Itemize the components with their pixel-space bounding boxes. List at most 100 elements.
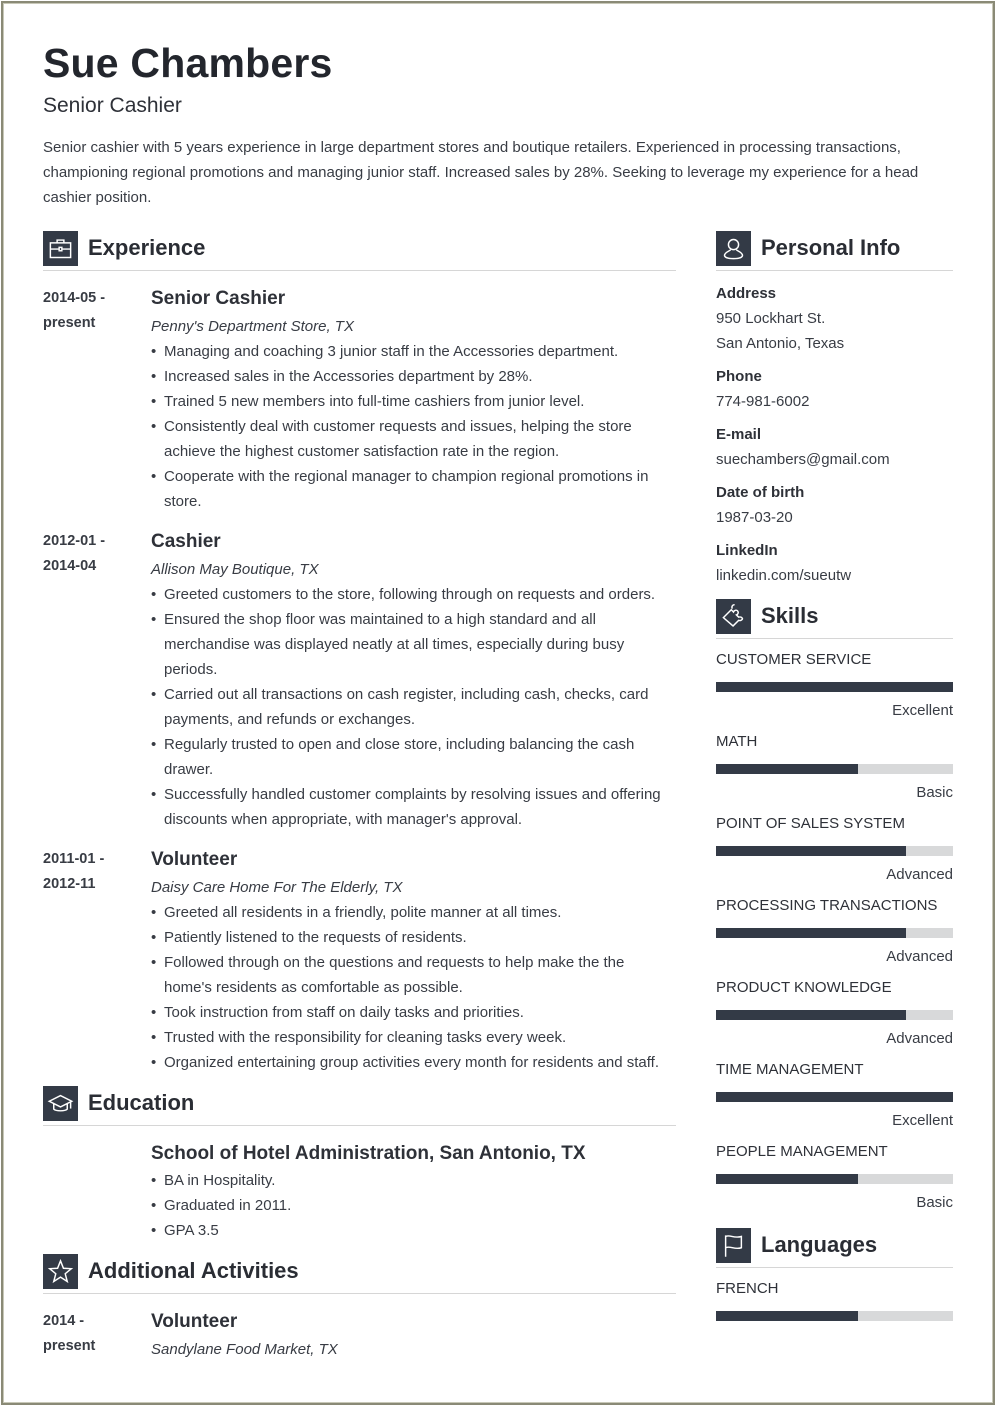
education-entry: School of Hotel Administration, San Anto…	[43, 1140, 676, 1243]
skill-level: Excellent	[892, 1112, 953, 1129]
section-header: Personal Info	[716, 230, 953, 271]
star-icon	[43, 1253, 78, 1289]
email-value: suechambers@gmail.com	[716, 451, 890, 468]
skill-bar-fill	[716, 928, 906, 938]
puzzle-icon	[716, 598, 751, 634]
education-bullets: BA in Hospitality. Graduated in 2011. GP…	[151, 1168, 676, 1243]
language-item: FRENCH	[716, 1279, 953, 1321]
list-item: Greeted all residents in a friendly, pol…	[151, 900, 676, 925]
skill-level: Advanced	[886, 948, 953, 965]
entry-org: Penny's Department Store, TX	[151, 318, 354, 335]
skill-item: POINT OF SALES SYSTEM Advanced	[716, 814, 953, 885]
education-section: Education School of Hotel Administration…	[43, 1085, 676, 1243]
section-title: Languages	[761, 1232, 878, 1257]
section-header: Experience	[43, 230, 676, 271]
flag-icon	[716, 1227, 751, 1263]
candidate-title: Senior Cashier	[43, 94, 182, 117]
entry-role: Volunteer	[151, 849, 238, 870]
list-item: BA in Hospitality.	[151, 1168, 676, 1193]
list-item: Organized entertaining group activities …	[151, 1050, 676, 1075]
phone-label: Phone	[716, 368, 762, 385]
language-name: FRENCH	[716, 1280, 779, 1297]
skill-name: PRODUCT KNOWLEDGE	[716, 979, 892, 996]
skill-item: MATH Basic	[716, 732, 953, 803]
skill-name: CUSTOMER SERVICE	[716, 651, 872, 668]
skill-bar-fill	[716, 1174, 859, 1184]
skill-item: PRODUCT KNOWLEDGE Advanced	[716, 978, 953, 1049]
section-header: Skills	[716, 598, 953, 639]
skill-item: PROCESSING TRANSACTIONS Advanced	[716, 896, 953, 967]
experience-entry: 2012-01 - 2014-04 Cashier Allison May Bo…	[43, 528, 676, 832]
experience-entry: 2014-05 - present Senior Cashier Penny's…	[43, 285, 676, 514]
sidebar-column: Personal Info Address 950 Lockhart St. S…	[716, 230, 953, 1321]
section-title: Additional Activities	[88, 1258, 299, 1283]
section-title: Skills	[761, 603, 819, 628]
skill-bar-fill	[716, 846, 906, 856]
list-item: Took instruction from staff on daily tas…	[151, 1000, 676, 1025]
skill-item: PEOPLE MANAGEMENT Basic	[716, 1142, 953, 1213]
skill-level: Basic	[916, 1194, 953, 1211]
entry-bullets: Greeted customers to the store, followin…	[151, 582, 676, 832]
skill-name: TIME MANAGEMENT	[716, 1061, 864, 1078]
skill-bar-fill	[716, 764, 859, 774]
list-item: Regularly trusted to open and close stor…	[151, 732, 676, 782]
skill-bar	[716, 1174, 953, 1184]
entry-bullets: Greeted all residents in a friendly, pol…	[151, 900, 676, 1075]
list-item: Ensured the shop floor was maintained to…	[151, 607, 676, 682]
candidate-name: Sue Chambers	[43, 40, 333, 86]
activity-entry: 2014 - present Volunteer Sandylane Food …	[43, 1308, 676, 1362]
skill-bar-fill	[716, 1010, 906, 1020]
entry-org: Daisy Care Home For The Elderly, TX	[151, 879, 403, 896]
entry-role: Volunteer	[151, 1311, 238, 1332]
experience-section: Experience 2014-05 - present Senior Cash…	[43, 230, 676, 1075]
skill-name: MATH	[716, 733, 758, 750]
section-header: Education	[43, 1085, 676, 1126]
entry-org: Sandylane Food Market, TX	[151, 1341, 338, 1358]
skill-level: Advanced	[886, 1030, 953, 1047]
dob-label: Date of birth	[716, 484, 805, 501]
list-item: GPA 3.5	[151, 1218, 676, 1243]
skill-bar	[716, 1010, 953, 1020]
skill-level: Excellent	[892, 702, 953, 719]
entry-date: 2011-01 - 2012-11	[43, 851, 105, 892]
list-item: Increased sales in the Accessories depar…	[151, 364, 676, 389]
skill-name: POINT OF SALES SYSTEM	[716, 815, 905, 832]
skill-level: Basic	[916, 784, 953, 801]
briefcase-icon	[43, 230, 78, 266]
skill-level: Advanced	[886, 866, 953, 883]
language-bar-fill	[716, 1311, 859, 1321]
skill-name: PROCESSING TRANSACTIONS	[716, 897, 938, 914]
graduation-cap-icon	[43, 1085, 78, 1121]
section-title: Experience	[88, 235, 206, 260]
main-column: Experience 2014-05 - present Senior Cash…	[43, 230, 676, 1362]
skill-item: TIME MANAGEMENT Excellent	[716, 1060, 953, 1131]
entry-date: 2014-05 - present	[43, 290, 106, 331]
user-icon	[716, 230, 751, 266]
list-item: Managing and coaching 3 junior staff in …	[151, 339, 676, 364]
experience-entry: 2011-01 - 2012-11 Volunteer Daisy Care H…	[43, 846, 676, 1075]
skills-section: Skills CUSTOMER SERVICE Excellent MATH B…	[716, 598, 953, 1213]
section-header: Additional Activities	[43, 1253, 676, 1294]
entry-org: Allison May Boutique, TX	[151, 561, 319, 578]
section-title: Education	[88, 1090, 195, 1115]
personal-info-section: Personal Info Address 950 Lockhart St. S…	[716, 230, 953, 588]
skill-bar	[716, 682, 953, 692]
list-item: Patiently listened to the requests of re…	[151, 925, 676, 950]
linkedin-value: linkedin.com/sueutw	[716, 567, 852, 584]
linkedin-label: LinkedIn	[716, 542, 778, 559]
summary: Senior cashier with 5 years experience i…	[43, 139, 919, 206]
skill-bar-fill	[716, 682, 953, 692]
section-header: Languages	[716, 1227, 953, 1268]
skill-item: CUSTOMER SERVICE Excellent	[716, 650, 953, 721]
entry-bullets: Managing and coaching 3 junior staff in …	[151, 339, 676, 514]
list-item: Successfully handled customer complaints…	[151, 782, 676, 832]
activities-section: Additional Activities 2014 - present Vol…	[43, 1253, 676, 1362]
skill-name: PEOPLE MANAGEMENT	[716, 1143, 888, 1160]
address-label: Address	[716, 285, 777, 302]
skill-bar	[716, 764, 953, 774]
languages-section: Languages FRENCH	[716, 1227, 953, 1321]
address-line-2: San Antonio, Texas	[716, 335, 845, 352]
list-item: Followed through on the questions and re…	[151, 950, 676, 1000]
section-title: Personal Info	[761, 235, 901, 260]
skill-bar	[716, 1092, 953, 1102]
